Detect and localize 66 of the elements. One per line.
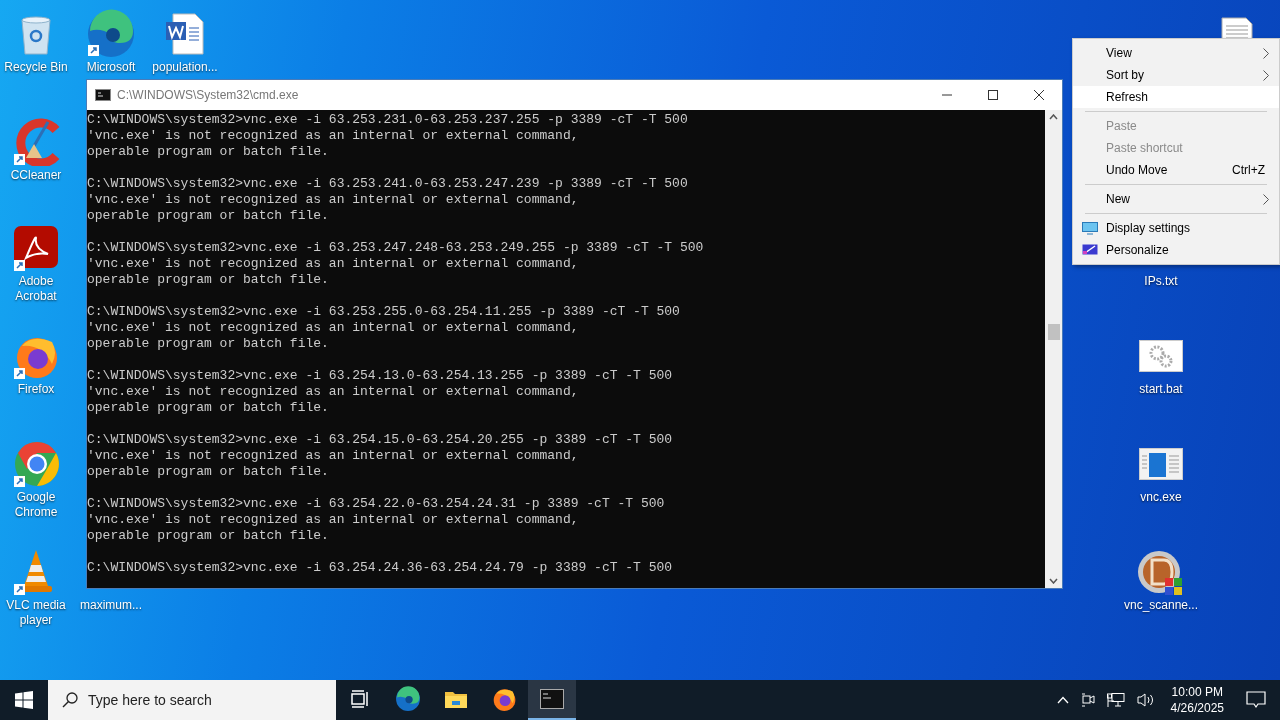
scroll-down-icon[interactable]: [1049, 578, 1058, 584]
console-line: C:\WINDOWS\system32>vnc.exe -i 63.254.15.0-63.254.20.255 -p 3389 -cT -T 500: [87, 432, 674, 448]
console-line: C:\WINDOWS\system32>vnc.exe -i 63.253.241.0-63.253.247.239 -p 3389 -cT -T 500: [87, 176, 689, 192]
icon-label[interactable]: start.bat: [1139, 382, 1183, 397]
clock-date[interactable]: 4/26/2025: [1170, 700, 1224, 716]
chevron-up-icon[interactable]: [1056, 696, 1069, 704]
menu-item[interactable]: Display settings: [1073, 217, 1279, 239]
clock-time[interactable]: 10:00 PM: [1171, 684, 1223, 700]
maximize-icon: [988, 90, 998, 100]
task-view-icon: [350, 690, 370, 708]
console-line: C:\WINDOWS\system32>vnc.exe -i 63.254.22.0-63.254.24.31 -p 3389 -cT -T 500: [87, 496, 666, 512]
console-line: 'vnc.exe' is not recognized as an internal or external command,: [87, 512, 580, 528]
console-line: 'vnc.exe' is not recognized as an internal or external command,: [87, 448, 580, 464]
menu-item[interactable]: View: [1073, 42, 1279, 64]
console-line: 'vnc.exe' is not recognized as an internal or external command,: [87, 320, 580, 336]
windows-logo-icon: [15, 691, 33, 709]
scroll-up-icon[interactable]: [1049, 114, 1058, 120]
console-line: operable program or batch file.: [87, 464, 330, 480]
taskbar-app-button[interactable]: [528, 680, 576, 720]
icon-label[interactable]: vnc.exe: [1140, 490, 1182, 505]
document-icon[interactable]: [165, 12, 205, 56]
console-line: C:\WINDOWS\system32>vnc.exe -i 63.253.231.0-63.253.237.255 -p 3389 -cT -T 500: [87, 112, 689, 128]
network-icon[interactable]: [1106, 692, 1125, 708]
menu-item[interactable]: Personalize: [1073, 239, 1279, 261]
menu-item[interactable]: Refresh: [1073, 86, 1279, 108]
window-app-icon[interactable]: [1139, 448, 1183, 480]
notification-icon[interactable]: [1246, 691, 1266, 709]
console-line: operable program or batch file.: [87, 144, 330, 160]
close-icon: [1034, 90, 1044, 100]
camera-icon[interactable]: [1080, 692, 1095, 708]
console-line: 'vnc.exe' is not recognized as an internal or external command,: [87, 192, 580, 208]
console-line: operable program or batch file.: [87, 528, 330, 544]
pdf-app-icon[interactable]: [12, 224, 60, 272]
scanner-app-icon[interactable]: [1137, 548, 1185, 596]
window-title: C:\WINDOWS\System32\cmd.exe: [117, 88, 300, 102]
browser-icon[interactable]: [12, 440, 60, 488]
icon-label[interactable]: vnc_scanne...: [1123, 598, 1198, 613]
menu-item[interactable]: Sort by: [1073, 64, 1279, 86]
search-field[interactable]: Type here to search: [48, 680, 336, 720]
console-line: 'vnc.exe' is not recognized as an internal or external command,: [87, 128, 580, 144]
broom-icon[interactable]: [12, 118, 60, 166]
console-icon: [95, 89, 111, 101]
console-line: operable program or batch file.: [87, 208, 330, 224]
console-line: 'vnc.exe' is not recognized as an internal or external command,: [87, 384, 580, 400]
browser-icon: [491, 686, 517, 712]
console-line: 'vnc.exe' is not recognized as an internal or external command,: [87, 256, 580, 272]
icon-label[interactable]: IPs.txt: [1144, 274, 1178, 289]
volume-icon[interactable]: [1136, 692, 1155, 708]
browser-icon: [395, 686, 421, 712]
console-line: operable program or batch file.: [87, 336, 330, 352]
console-icon: [540, 689, 564, 709]
scrollbar[interactable]: [1045, 110, 1062, 588]
console-line: operable program or batch file.: [87, 272, 330, 288]
console-line: operable program or batch file.: [87, 400, 330, 416]
scrollbar-thumb[interactable]: [1047, 324, 1060, 340]
menu-item[interactable]: Undo Move Ctrl+Z: [1073, 159, 1279, 181]
console-line: C:\WINDOWS\system32>vnc.exe -i 63.253.255.0-63.254.11.255 -p 3389 -cT -T 500: [87, 304, 681, 320]
console-line: C:\WINDOWS\system32>vnc.exe -i 63.254.13.0-63.254.13.255 -p 3389 -cT -T 500: [87, 368, 674, 384]
console-line: C:\WINDOWS\system32>vnc.exe -i 63.253.247.248-63.253.249.255 -p 3389 -cT -T 500: [87, 240, 705, 256]
paint-screen-icon: [1081, 243, 1098, 257]
search-icon: [62, 692, 78, 708]
menu-item[interactable]: New: [1073, 188, 1279, 210]
console-line: C:\WINDOWS\system32>vnc.exe -i 63.254.24.36-63.254.24.79 -p 3389 -cT -T 500: [87, 560, 674, 576]
folder-icon: [444, 689, 468, 709]
monitor-icon: [1081, 221, 1098, 235]
browser-icon[interactable]: [86, 9, 136, 59]
